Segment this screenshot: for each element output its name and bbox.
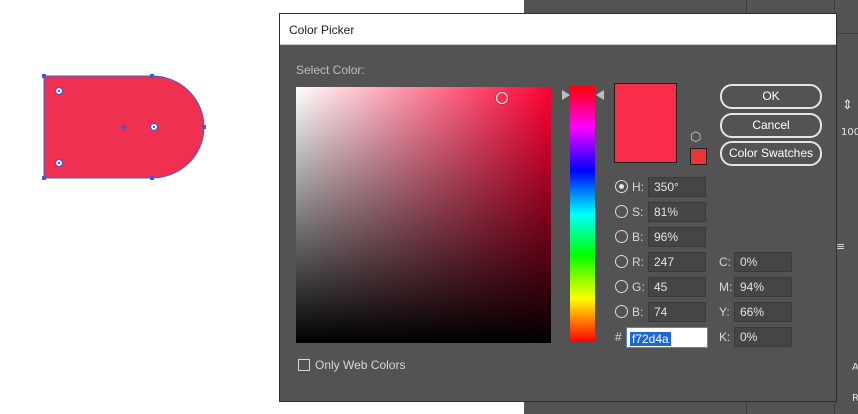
color-swatches-button[interactable]: Color Swatches — [720, 141, 822, 166]
new-color-swatch — [614, 83, 677, 163]
cyan-field[interactable]: 0% — [734, 252, 792, 272]
only-web-colors-label: Only Web Colors — [315, 358, 406, 372]
only-web-colors-checkbox[interactable] — [298, 359, 310, 371]
radio-hue[interactable] — [615, 180, 628, 193]
workspace: 100% ⇕ ≡ A R Color Picker Select Color: … — [0, 0, 858, 414]
magenta-label: M: — [719, 280, 733, 294]
saturation-field[interactable]: 81% — [648, 202, 706, 222]
hue-slider-handle-right-icon[interactable] — [596, 90, 604, 100]
radio-red[interactable] — [615, 255, 628, 268]
red-field[interactable]: 247 — [648, 252, 706, 272]
color-marker-icon[interactable] — [496, 92, 508, 104]
chevron-updown-icon[interactable]: ⇕ — [842, 98, 853, 113]
center-point — [122, 125, 126, 129]
zoom-readout: 100% — [841, 127, 858, 138]
black-label: K: — [719, 330, 731, 344]
blue-label: B: — [632, 305, 644, 319]
radio-saturation[interactable] — [615, 205, 628, 218]
magenta-field[interactable]: 94% — [734, 277, 792, 297]
artboard-canvas[interactable] — [0, 0, 280, 414]
cyan-label: C: — [719, 255, 731, 269]
hue-label: H: — [632, 180, 644, 194]
select-color-label: Select Color: — [296, 63, 365, 77]
cancel-button[interactable]: Cancel — [720, 113, 822, 138]
websafe-color-swatch[interactable] — [690, 148, 707, 165]
hue-slider[interactable] — [570, 86, 595, 342]
blue-field[interactable]: 74 — [648, 302, 706, 322]
grip-icon[interactable]: ≡ — [836, 240, 845, 253]
cube-icon[interactable]: ⬡ — [690, 129, 701, 145]
green-field[interactable]: 45 — [648, 277, 706, 297]
anchor-point — [202, 125, 206, 129]
color-picker-dialog: Color Picker Select Color: ⬡ OK Cancel C… — [279, 13, 837, 402]
anchor-point — [150, 74, 154, 78]
anchor-point — [42, 176, 46, 180]
radio-green[interactable] — [615, 280, 628, 293]
brightness-label: B: — [632, 230, 644, 244]
green-label: G: — [632, 280, 645, 294]
yellow-label: Y: — [719, 305, 730, 319]
hex-input[interactable]: f72d4a — [626, 327, 708, 348]
radio-brightness[interactable] — [615, 230, 628, 243]
hex-value-selected: f72d4a — [630, 332, 671, 346]
selected-shape-graphic[interactable] — [0, 0, 280, 414]
hue-field[interactable]: 350° — [648, 177, 706, 197]
hex-prefix: # — [615, 330, 622, 344]
panel-letter-a: A — [852, 362, 858, 373]
hue-slider-handle-left-icon[interactable] — [562, 90, 570, 100]
panel-letter-r: R — [852, 393, 858, 404]
saturation-label: S: — [632, 205, 644, 219]
radio-blue[interactable] — [615, 305, 628, 318]
dialog-titlebar[interactable]: Color Picker — [280, 14, 836, 45]
dialog-title: Color Picker — [289, 23, 355, 37]
saturation-brightness-field[interactable] — [296, 87, 551, 343]
brightness-field[interactable]: 96% — [648, 227, 706, 247]
ok-button[interactable]: OK — [720, 84, 822, 109]
anchor-point — [150, 176, 154, 180]
black-field[interactable]: 0% — [734, 327, 792, 347]
anchor-point — [42, 74, 46, 78]
yellow-field[interactable]: 66% — [734, 302, 792, 322]
red-label: R: — [632, 255, 644, 269]
